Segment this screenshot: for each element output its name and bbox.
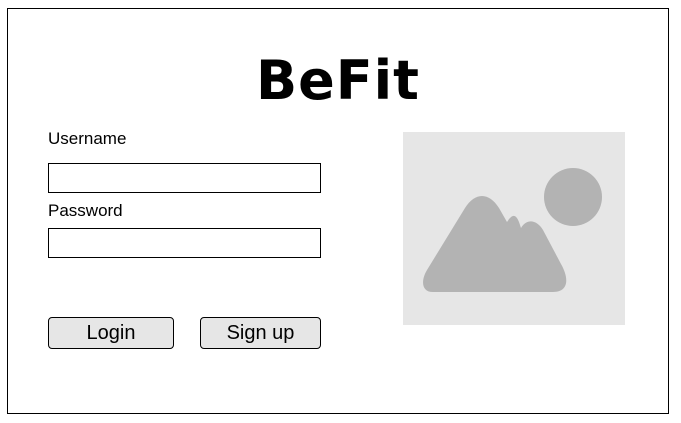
image-placeholder [403, 132, 625, 325]
sun-shape [544, 168, 602, 226]
username-input[interactable] [48, 163, 321, 193]
password-label: Password [48, 201, 123, 220]
password-input[interactable] [48, 228, 321, 258]
app-logo: BeFit [256, 49, 420, 112]
username-label: Username [48, 129, 127, 148]
signup-button[interactable]: Sign up [200, 317, 321, 349]
login-window: BeFit Username Password Login Sign up [7, 8, 669, 414]
mountain-shape [423, 196, 567, 292]
login-button[interactable]: Login [48, 317, 174, 349]
image-icon [423, 168, 602, 292]
